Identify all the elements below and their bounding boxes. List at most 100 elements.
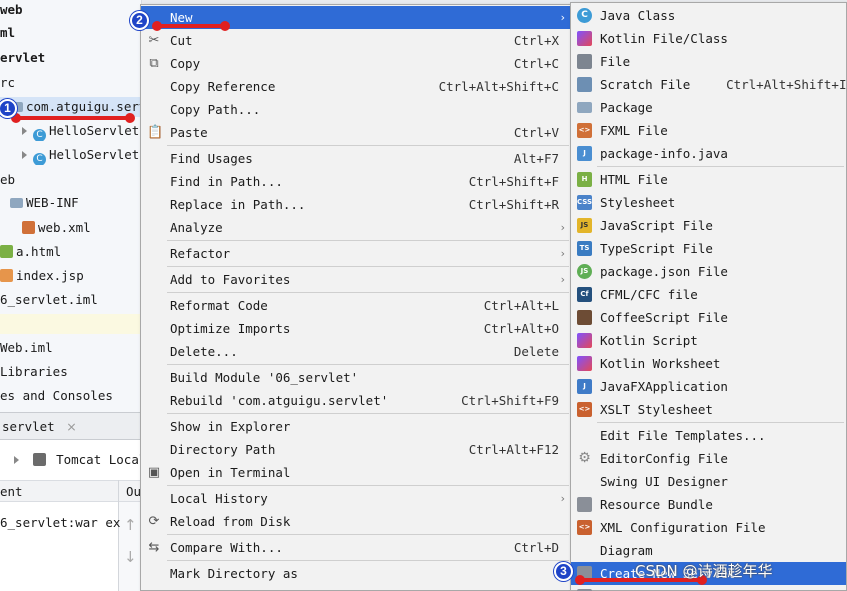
menu-item-local-history[interactable]: Local History › <box>141 487 571 510</box>
submenu-item-kotlin-script[interactable]: Kotlin Script <box>571 329 846 352</box>
submenu-item-label: File <box>600 54 631 69</box>
submenu-item-label: XML Configuration File <box>600 520 766 535</box>
tree-item[interactable]: eb <box>0 170 141 190</box>
tree-item[interactable]: com.atguigu.servl <box>0 97 141 117</box>
submenu-item-typescript-file[interactable]: TS TypeScript File <box>571 237 846 260</box>
run-side-toolbar: ↑ ↓ <box>119 502 142 591</box>
submenu-item-diagram[interactable]: Diagram <box>571 539 846 562</box>
submenu-item-javascript-file[interactable]: JS JavaScript File <box>571 214 846 237</box>
submenu-item-label: Edit File Templates... <box>600 428 766 443</box>
submenu-item-coffeescript-file[interactable]: CoffeeScript File <box>571 306 846 329</box>
submenu-item-label: EditorConfig File <box>600 451 728 466</box>
tree-item-label: HelloServlet <box>49 123 140 138</box>
xslt-icon: <> <box>577 402 592 417</box>
submenu-item-xslt-stylesheet[interactable]: <> XSLT Stylesheet <box>571 398 846 421</box>
menu-item-analyze[interactable]: Analyze › <box>141 216 571 239</box>
tree-item[interactable]: index.jsp <box>0 266 141 286</box>
submenu-item-resource-bundle[interactable]: Resource Bundle <box>571 493 846 516</box>
menu-item-build-module-06-servlet[interactable]: Build Module '06_servlet' <box>141 366 571 389</box>
tree-item[interactable]: C HelloServlet2 <box>0 145 141 165</box>
submenu-item-package[interactable]: Package <box>571 96 846 119</box>
tree-item[interactable]: WEB-INF <box>0 193 141 213</box>
menu-item-replace-in-path[interactable]: Replace in Path... Ctrl+Shift+R <box>141 193 571 216</box>
menu-item-icon: ✂ <box>148 33 160 48</box>
menu-item-copy-reference[interactable]: Copy Reference Ctrl+Alt+Shift+C <box>141 75 571 98</box>
tree-item[interactable]: ml <box>0 23 141 43</box>
menu-item-copy-path[interactable]: Copy Path... <box>141 98 571 121</box>
tree-item[interactable]: ervlet <box>0 48 141 68</box>
menu-separator <box>167 145 569 146</box>
run-table-header: ent Ou <box>0 480 142 502</box>
close-icon[interactable]: × <box>66 419 76 434</box>
menu-item-mark-directory-as[interactable]: Mark Directory as› <box>141 562 571 585</box>
tree-item[interactable]: web.xml <box>0 218 141 238</box>
gear-icon: ⚙ <box>578 450 591 466</box>
submenu-item-package-info-java[interactable]: Jpackage-info.java <box>571 142 846 165</box>
submenu-item-file[interactable]: File <box>571 50 846 73</box>
submenu-item-label: package-info.java <box>600 146 728 161</box>
tree-item[interactable]: rc <box>0 73 141 93</box>
submenu-item-swing-ui-designer[interactable]: Swing UI Designer <box>571 470 846 493</box>
menu-item-icon: ⇆ <box>148 540 160 555</box>
menu-separator <box>167 240 569 241</box>
submenu-item-javafxapplication[interactable]: J JavaFXApplication <box>571 375 846 398</box>
submenu-item-create-new-filter[interactable]: Create New Filter <box>571 585 846 591</box>
arrow-down-icon[interactable]: ↓ <box>124 548 137 566</box>
submenu-item-fxml-file[interactable]: <> FXML File <box>571 119 846 142</box>
tab-servlet[interactable]: servlet × <box>0 419 77 434</box>
tree-item[interactable]: Libraries <box>0 362 141 382</box>
menu-item-delete[interactable]: Delete... Delete <box>141 340 571 363</box>
artifact-row[interactable]: 6_servlet:war ex <box>0 515 120 530</box>
submenu-item-editorconfig-file[interactable]: ⚙ EditorConfig File <box>571 447 846 470</box>
expand-arrow-icon[interactable] <box>14 456 19 464</box>
java-icon: J <box>577 146 592 161</box>
tree-item[interactable]: a.html <box>0 242 141 262</box>
tree-item[interactable]: web <box>0 0 141 20</box>
menu-item-label: Compare With... <box>170 540 283 555</box>
submenu-item-html-file[interactable]: H HTML File <box>571 168 846 191</box>
menu-item-reformat-code[interactable]: Reformat Code Ctrl+Alt+L <box>141 294 571 317</box>
menu-item-optimize-imports[interactable]: Optimize Imports Ctrl+Alt+O <box>141 317 571 340</box>
menu-item-find-usages[interactable]: Find Usages Alt+F7 <box>141 147 571 170</box>
tree-item[interactable]: 6_servlet.iml <box>0 290 141 310</box>
menu-item-paste[interactable]: 📋 Paste Ctrl+V <box>141 121 571 144</box>
annotation-badge-3: 3 <box>554 562 573 581</box>
menu-item-show-in-explorer[interactable]: Show in Explorer <box>141 415 571 438</box>
submenu-item-scratch-file[interactable]: Scratch File Ctrl+Alt+Shift+In <box>571 73 847 96</box>
tree-item[interactable] <box>0 314 141 334</box>
submenu-item-cfml-cfc-file[interactable]: Cf CFML/CFC file <box>571 283 846 306</box>
menu-item-cut[interactable]: ✂ Cut Ctrl+X <box>141 29 571 52</box>
menu-item-reload-from-disk[interactable]: ⟳ Reload from Disk <box>141 510 571 533</box>
tree-item[interactable]: C HelloServlet <box>0 121 141 141</box>
menu-item-label: Reload from Disk <box>170 514 291 529</box>
arrow-up-icon[interactable]: ↑ <box>124 516 137 534</box>
menu-item-rebuild-com-atguigu-servlet[interactable]: Rebuild 'com.atguigu.servlet' Ctrl+Shift+… <box>141 389 571 412</box>
menu-item-directory-path[interactable]: Directory Path Ctrl+Alt+F12 <box>141 438 571 461</box>
submenu-item-label: Package <box>600 100 653 115</box>
class-icon: C <box>577 8 592 23</box>
menu-item-find-in-path[interactable]: Find in Path... Ctrl+Shift+F <box>141 170 571 193</box>
cf-icon: Cf <box>577 287 592 302</box>
expand-arrow-icon[interactable] <box>22 151 27 159</box>
submenu-item-edit-file-templates[interactable]: Edit File Templates... <box>571 424 846 447</box>
submenu-item-label: Swing UI Designer <box>600 474 728 489</box>
chevron-right-icon: › <box>560 273 565 286</box>
tree-item[interactable]: Web.iml <box>0 338 141 358</box>
submenu-item-kotlin-worksheet[interactable]: Kotlin Worksheet <box>571 352 846 375</box>
submenu-item-kotlin-file-class[interactable]: Kotlin File/Class <box>571 27 846 50</box>
menu-item-refactor[interactable]: Refactor › <box>141 242 571 265</box>
watermark: CSDN @诗酒趁年华 <box>635 562 773 580</box>
menu-item-compare-with[interactable]: ⇆ Compare With... Ctrl+D <box>141 536 571 559</box>
tree-item[interactable]: es and Consoles <box>0 386 141 406</box>
menu-item-add-to-favorites[interactable]: Add to Favorites › <box>141 268 571 291</box>
submenu-item-stylesheet[interactable]: CSS Stylesheet <box>571 191 846 214</box>
submenu-item-xml-configuration-file[interactable]: <> XML Configuration File <box>571 516 846 539</box>
tree-item-label: a.html <box>16 244 62 259</box>
submenu-item-package-json-file[interactable]: JS package.json File <box>571 260 846 283</box>
menu-item-icon: ⧉ <box>149 56 159 71</box>
submenu-item-java-class[interactable]: C Java Class <box>571 4 846 27</box>
menu-item-shortcut: Ctrl+Shift+F <box>468 174 559 189</box>
menu-item-open-in-terminal[interactable]: ▣ Open in Terminal <box>141 461 571 484</box>
menu-item-copy[interactable]: ⧉ Copy Ctrl+C <box>141 52 571 75</box>
expand-arrow-icon[interactable] <box>22 127 27 135</box>
